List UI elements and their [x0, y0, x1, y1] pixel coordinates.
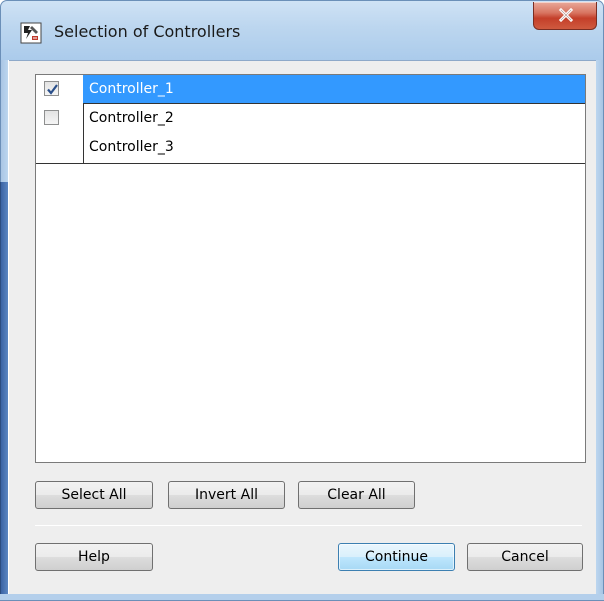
- close-button[interactable]: [533, 2, 597, 30]
- controller-2-checkbox[interactable]: [44, 110, 59, 125]
- invert-all-button[interactable]: Invert All: [168, 481, 285, 509]
- table-bottom-border: [36, 163, 585, 164]
- checkbox-cell: [36, 133, 83, 161]
- table-row[interactable]: Controller_3: [36, 133, 585, 161]
- window-frame-bottom: [0, 594, 604, 601]
- button-separator: [35, 525, 582, 526]
- close-icon: [558, 8, 574, 22]
- controller-name[interactable]: Controller_1: [83, 75, 585, 103]
- select-all-button[interactable]: Select All: [35, 481, 153, 509]
- controller-table[interactable]: Controller_1 Controller_2 Controller_3: [35, 74, 586, 463]
- continue-button[interactable]: Continue: [338, 543, 455, 571]
- help-button[interactable]: Help: [35, 543, 153, 571]
- controller-app-icon: [20, 22, 42, 44]
- checkmark-icon: [47, 84, 58, 95]
- window-frame-left-accent: [0, 182, 8, 601]
- clear-all-button[interactable]: Clear All: [298, 481, 415, 509]
- checkbox-cell: [36, 104, 83, 132]
- controller-name[interactable]: Controller_3: [83, 133, 585, 161]
- window-title: Selection of Controllers: [54, 22, 241, 41]
- controller-1-checkbox[interactable]: [44, 81, 59, 96]
- window-frame-right: [596, 60, 604, 601]
- title-bar[interactable]: Selection of Controllers: [0, 0, 604, 60]
- table-row[interactable]: Controller_2: [36, 104, 585, 132]
- checkbox-cell: [36, 75, 83, 103]
- dialog-window: Selection of Controllers Controller_1 Co…: [0, 0, 604, 601]
- controller-name[interactable]: Controller_2: [83, 104, 585, 132]
- cancel-button[interactable]: Cancel: [467, 543, 583, 571]
- table-row[interactable]: Controller_1: [36, 75, 585, 103]
